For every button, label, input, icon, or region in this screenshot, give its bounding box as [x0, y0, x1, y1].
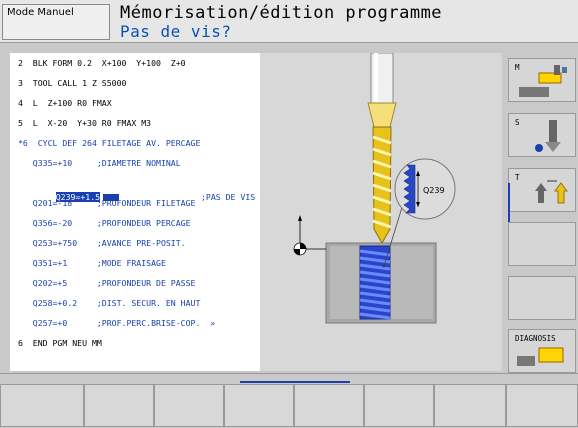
program-listing[interactable]: 2 BLK FORM 0.2 X+100 Y+100 Z+0 3 TOOL CA… [10, 53, 260, 371]
bottom-softkey-6[interactable] [364, 384, 434, 427]
softkey-row-indicator [240, 381, 350, 383]
program-line[interactable]: 2 BLK FORM 0.2 X+100 Y+100 Z+0 [18, 56, 186, 70]
bottom-softkey-2[interactable] [84, 384, 154, 427]
program-line[interactable]: 4 L Z+100 R0 FMAX [18, 96, 112, 110]
bottom-softkey-8[interactable] [506, 384, 578, 427]
cycle-param-line[interactable]: Q335=+10 ;DIAMETRE NOMINAL [18, 156, 181, 170]
cycle-param-line[interactable]: Q257=+0 ;PROF.PERC.BRISE-COP. » [18, 316, 215, 330]
softkey-diagnosis[interactable]: DIAGNOSIS [508, 329, 576, 373]
bottom-softkey-3[interactable] [154, 384, 224, 427]
callout-label: Q239 [423, 186, 445, 195]
softkey-empty[interactable] [508, 276, 576, 320]
program-line[interactable]: 5 L X-20 Y+30 R0 FMAX M3 [18, 116, 151, 130]
dialog-prompt: Pas de vis? [120, 22, 232, 41]
cycle-param-line[interactable]: Q253=+750 ;AVANCE PRE-POSIT. [18, 236, 186, 250]
diagnosis-icon [517, 347, 564, 366]
softkey-s-spindle[interactable]: S [508, 113, 576, 157]
header: Mode Manuel Mémorisation/édition program… [0, 0, 578, 43]
bottom-separator [0, 373, 578, 374]
cycle-param-line[interactable]: Q202=+5 ;PROFONDEUR DE PASSE [18, 276, 196, 290]
cycle-param-line[interactable]: Q351=+1 ;MODE FRAISAGE [18, 256, 166, 270]
spindle-icon [535, 120, 561, 152]
program-line[interactable]: 3 TOOL CALL 1 Z S5000 [18, 76, 126, 90]
cycle-param-line[interactable]: Q201=-18 ;PROFONDEUR FILETAGE [18, 196, 196, 210]
mode-label: Mode Manuel [7, 7, 74, 18]
thread-milling-illustration: Q239 [293, 52, 456, 324]
softkey-empty[interactable] [508, 222, 576, 266]
softkey-m-functions[interactable]: M [508, 58, 576, 102]
machine-icon [519, 65, 567, 97]
bottom-softkey-1[interactable] [0, 384, 84, 427]
bottom-softkey-5[interactable] [294, 384, 364, 427]
program-line-active[interactable]: *6 CYCL DEF 264 FILETAGE AV. PERCAGE [18, 136, 200, 150]
screen-title: Mémorisation/édition programme [120, 3, 443, 23]
cycle-param-line-editing[interactable]: Q239=+1.5 ;PAS DE VIS [18, 176, 255, 202]
program-line[interactable]: 6 END PGM NEU MM [18, 336, 102, 350]
softkey-t-tool[interactable]: T [508, 168, 576, 212]
bottom-softkey-4[interactable] [224, 384, 294, 427]
mode-indicator[interactable]: Mode Manuel [2, 4, 110, 40]
cycle-param-line[interactable]: Q356=-20 ;PROFONDEUR PERCAGE [18, 216, 191, 230]
help-graphic: Q239 [260, 52, 502, 371]
bottom-softkey-7[interactable] [434, 384, 506, 427]
tool-change-icon [535, 180, 568, 204]
cycle-param-line[interactable]: Q258=+0.2 ;DIST. SECUR. EN HAUT [18, 296, 201, 310]
